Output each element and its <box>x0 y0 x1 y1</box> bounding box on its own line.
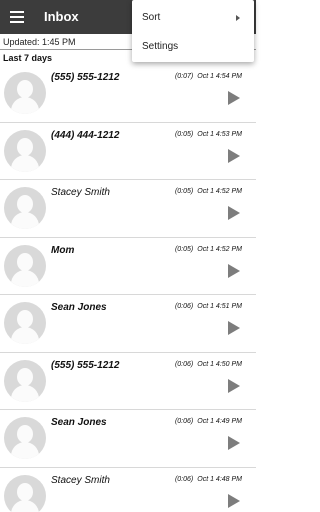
duration: (0:06) <box>174 475 194 483</box>
menu-item-label: Settings <box>142 41 179 52</box>
play-icon[interactable] <box>228 263 240 278</box>
hamburger-line <box>10 16 24 18</box>
timestamp: Oct 1 4:52 PM <box>197 188 242 195</box>
play-icon[interactable] <box>228 378 240 393</box>
message-meta: (0:06) Oct 1 4:49 PM <box>175 418 242 425</box>
avatar <box>4 244 46 287</box>
menu-item-settings[interactable]: Settings <box>132 31 254 62</box>
message-meta: (0:05) Oct 1 4:52 PM <box>175 188 242 195</box>
duration: (0:06) <box>174 360 194 368</box>
play-icon[interactable] <box>228 321 240 335</box>
duration: (0:06) <box>174 303 194 310</box>
duration: (0:05) <box>174 130 194 138</box>
timestamp: Oct 1 4:54 PM <box>197 73 242 80</box>
play-icon[interactable] <box>228 148 240 163</box>
caller-name: Sean Jones <box>51 302 107 313</box>
overflow-menu: Sort Settings <box>132 0 254 62</box>
menu-item-label: Sort <box>142 12 161 23</box>
duration: (0:05) <box>174 245 194 253</box>
timestamp: Oct 1 4:49 PM <box>197 418 242 425</box>
submenu-arrow-icon <box>236 15 240 21</box>
voicemail-row[interactable]: (555) 555-1212 (0:06) Oct 1 4:50 PM <box>0 352 256 410</box>
timestamp: Oct 1 4:52 PM <box>197 245 242 253</box>
timestamp: Oct 1 4:53 PM <box>197 130 242 138</box>
menu-item-sort[interactable]: Sort <box>132 2 254 33</box>
avatar <box>4 187 46 229</box>
voicemail-row[interactable]: Stacey Smith (0:05) Oct 1 4:52 PM <box>0 180 256 238</box>
play-icon[interactable] <box>228 91 240 105</box>
timestamp: Oct 1 4:48 PM <box>197 475 242 483</box>
voicemail-row[interactable]: Stacey Smith (0:06) Oct 1 4:48 PM <box>0 467 256 512</box>
message-meta: (0:06) Oct 1 4:48 PM <box>175 476 242 483</box>
message-meta: (0:06) Oct 1 4:51 PM <box>175 303 242 310</box>
caller-name: Stacey Smith <box>51 187 110 198</box>
message-meta: (0:05) Oct 1 4:53 PM <box>175 131 242 138</box>
play-icon[interactable] <box>228 493 240 508</box>
voicemail-row[interactable]: Mom (0:05) Oct 1 4:52 PM <box>0 237 256 295</box>
duration: (0:06) <box>174 418 194 425</box>
message-meta: (0:05) Oct 1 4:52 PM <box>175 246 242 253</box>
avatar <box>4 302 46 344</box>
voicemail-list: (555) 555-1212 (0:07) Oct 1 4:54 PM (444)… <box>0 65 256 512</box>
avatar <box>4 72 46 114</box>
play-icon[interactable] <box>228 436 240 450</box>
page-title: Inbox <box>44 9 79 24</box>
avatar <box>4 474 46 512</box>
hamburger-line <box>10 21 24 23</box>
play-icon[interactable] <box>228 206 240 220</box>
timestamp: Oct 1 4:51 PM <box>197 303 242 310</box>
avatar <box>4 359 46 402</box>
voicemail-row[interactable]: Sean Jones (0:06) Oct 1 4:51 PM <box>0 295 256 353</box>
caller-name: (444) 444-1212 <box>51 129 120 141</box>
voicemail-row[interactable]: (555) 555-1212 (0:07) Oct 1 4:54 PM <box>0 65 256 123</box>
message-meta: (0:07) Oct 1 4:54 PM <box>175 73 242 80</box>
hamburger-menu-icon[interactable] <box>8 8 28 26</box>
timestamp: Oct 1 4:50 PM <box>197 360 242 368</box>
voicemail-row[interactable]: Sean Jones (0:06) Oct 1 4:49 PM <box>0 410 256 468</box>
message-meta: (0:06) Oct 1 4:50 PM <box>175 361 242 368</box>
duration: (0:05) <box>174 188 194 195</box>
avatar <box>4 129 46 172</box>
caller-name: Sean Jones <box>51 417 107 428</box>
voicemail-row[interactable]: (444) 444-1212 (0:05) Oct 1 4:53 PM <box>0 122 256 180</box>
caller-name: (555) 555-1212 <box>51 72 120 83</box>
duration: (0:07) <box>174 73 194 80</box>
caller-name: Stacey Smith <box>51 474 110 486</box>
caller-name: (555) 555-1212 <box>51 359 120 371</box>
avatar <box>4 417 46 459</box>
section-header: Last 7 days <box>3 53 53 63</box>
caller-name: Mom <box>51 244 75 256</box>
hamburger-line <box>10 11 24 13</box>
